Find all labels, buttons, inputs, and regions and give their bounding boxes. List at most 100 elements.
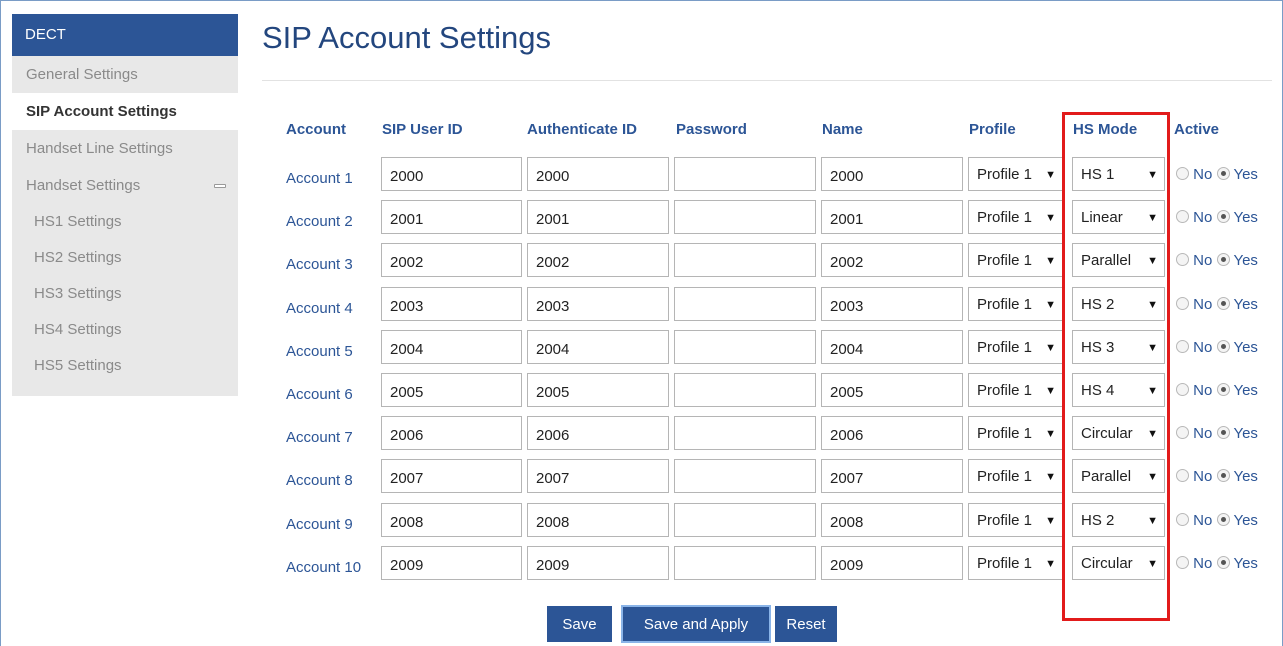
active-no-radio[interactable] bbox=[1176, 253, 1189, 266]
sip-user-id-input[interactable] bbox=[381, 373, 522, 407]
active-yes-label: Yes bbox=[1233, 209, 1258, 226]
sip-user-id-input[interactable] bbox=[381, 243, 522, 277]
active-yes-radio[interactable] bbox=[1216, 340, 1230, 353]
sip-user-id-input[interactable] bbox=[381, 287, 522, 321]
authenticate-id-input[interactable] bbox=[527, 459, 669, 493]
profile-select[interactable]: Profile 1 ▼ bbox=[968, 287, 1063, 321]
password-input[interactable] bbox=[674, 373, 816, 407]
password-input[interactable] bbox=[674, 157, 816, 191]
active-no-radio[interactable] bbox=[1176, 556, 1189, 569]
profile-select-value: Profile 1 bbox=[977, 166, 1033, 183]
active-yes-radio[interactable] bbox=[1216, 469, 1230, 482]
save-button[interactable]: Save bbox=[547, 606, 612, 642]
active-no-radio[interactable] bbox=[1176, 469, 1189, 482]
password-input[interactable] bbox=[674, 503, 816, 537]
reset-button[interactable]: Reset bbox=[775, 606, 837, 642]
sip-user-id-input[interactable] bbox=[381, 503, 522, 537]
password-input[interactable] bbox=[674, 330, 816, 364]
authenticate-id-input[interactable] bbox=[527, 373, 669, 407]
active-no-radio[interactable] bbox=[1176, 513, 1189, 526]
account-label: Account 1 bbox=[286, 170, 353, 187]
active-yes-radio[interactable] bbox=[1216, 210, 1230, 223]
profile-select[interactable]: Profile 1 ▼ bbox=[968, 546, 1063, 580]
active-yes-radio[interactable] bbox=[1216, 513, 1230, 526]
profile-select-value: Profile 1 bbox=[977, 339, 1033, 356]
sidebar-item-sip-account-settings[interactable]: SIP Account Settings bbox=[12, 93, 238, 130]
active-no-radio[interactable] bbox=[1176, 297, 1189, 310]
profile-select[interactable]: Profile 1 ▼ bbox=[968, 330, 1063, 364]
profile-select[interactable]: Profile 1 ▼ bbox=[968, 243, 1063, 277]
password-input[interactable] bbox=[674, 243, 816, 277]
active-no-label: No bbox=[1193, 339, 1213, 356]
active-yes-label: Yes bbox=[1233, 296, 1258, 313]
profile-select[interactable]: Profile 1 ▼ bbox=[968, 459, 1063, 493]
password-input[interactable] bbox=[674, 287, 816, 321]
sip-user-id-input[interactable] bbox=[381, 330, 522, 364]
active-yes-radio[interactable] bbox=[1216, 383, 1230, 396]
profile-select-value: Profile 1 bbox=[977, 252, 1033, 269]
authenticate-id-input[interactable] bbox=[527, 287, 669, 321]
password-input[interactable] bbox=[674, 200, 816, 234]
active-radio-group: No Yes bbox=[1176, 339, 1258, 356]
account-label: Account 8 bbox=[286, 472, 353, 489]
active-no-radio[interactable] bbox=[1176, 340, 1189, 353]
active-yes-radio[interactable] bbox=[1216, 297, 1230, 310]
sidebar-item-general-settings[interactable]: General Settings bbox=[12, 56, 238, 93]
active-no-label: No bbox=[1193, 209, 1213, 226]
sip-user-id-input[interactable] bbox=[381, 157, 522, 191]
profile-select[interactable]: Profile 1 ▼ bbox=[968, 416, 1063, 450]
active-yes-label: Yes bbox=[1233, 425, 1258, 442]
name-input[interactable] bbox=[821, 200, 963, 234]
name-input[interactable] bbox=[821, 243, 963, 277]
active-no-radio[interactable] bbox=[1176, 383, 1189, 396]
authenticate-id-input[interactable] bbox=[527, 416, 669, 450]
active-yes-radio[interactable] bbox=[1216, 556, 1230, 569]
hs-mode-highlight-box bbox=[1062, 112, 1170, 621]
title-divider bbox=[262, 80, 1272, 81]
password-input[interactable] bbox=[674, 416, 816, 450]
profile-select[interactable]: Profile 1 ▼ bbox=[968, 200, 1063, 234]
profile-select[interactable]: Profile 1 ▼ bbox=[968, 503, 1063, 537]
save-and-apply-button[interactable]: Save and Apply bbox=[621, 605, 771, 643]
profile-select[interactable]: Profile 1 ▼ bbox=[968, 373, 1063, 407]
profile-select[interactable]: Profile 1 ▼ bbox=[968, 157, 1063, 191]
sip-user-id-input[interactable] bbox=[381, 416, 522, 450]
triangle-down-icon: ▼ bbox=[1045, 428, 1056, 440]
name-input[interactable] bbox=[821, 287, 963, 321]
sip-user-id-input[interactable] bbox=[381, 459, 522, 493]
authenticate-id-input[interactable] bbox=[527, 330, 669, 364]
account-label: Account 10 bbox=[286, 559, 362, 576]
authenticate-id-input[interactable] bbox=[527, 546, 669, 580]
authenticate-id-input[interactable] bbox=[527, 503, 669, 537]
active-no-radio[interactable] bbox=[1176, 426, 1189, 439]
password-input[interactable] bbox=[674, 546, 816, 580]
authenticate-id-input[interactable] bbox=[527, 200, 669, 234]
name-input[interactable] bbox=[821, 157, 963, 191]
active-no-label: No bbox=[1193, 555, 1213, 572]
active-no-radio[interactable] bbox=[1176, 210, 1189, 223]
name-input[interactable] bbox=[821, 330, 963, 364]
sip-user-id-input[interactable] bbox=[381, 200, 522, 234]
name-input[interactable] bbox=[821, 416, 963, 450]
name-input[interactable] bbox=[821, 503, 963, 537]
name-input[interactable] bbox=[821, 546, 963, 580]
name-input[interactable] bbox=[821, 373, 963, 407]
sip-user-id-input[interactable] bbox=[381, 546, 522, 580]
active-yes-label: Yes bbox=[1233, 555, 1258, 572]
account-label: Account 4 bbox=[286, 300, 353, 317]
active-no-radio[interactable] bbox=[1176, 167, 1189, 180]
active-yes-radio[interactable] bbox=[1216, 253, 1230, 266]
active-yes-radio[interactable] bbox=[1216, 167, 1230, 180]
authenticate-id-input[interactable] bbox=[527, 243, 669, 277]
active-no-label: No bbox=[1193, 252, 1213, 269]
name-input[interactable] bbox=[821, 459, 963, 493]
password-input[interactable] bbox=[674, 459, 816, 493]
authenticate-id-input[interactable] bbox=[527, 157, 669, 191]
active-no-label: No bbox=[1193, 296, 1213, 313]
active-yes-label: Yes bbox=[1233, 339, 1258, 356]
active-yes-radio[interactable] bbox=[1216, 426, 1230, 439]
active-yes-label: Yes bbox=[1233, 166, 1258, 183]
active-radio-group: No Yes bbox=[1176, 296, 1258, 313]
active-radio-group: No Yes bbox=[1176, 512, 1258, 529]
column-header-account: Account bbox=[286, 121, 346, 138]
